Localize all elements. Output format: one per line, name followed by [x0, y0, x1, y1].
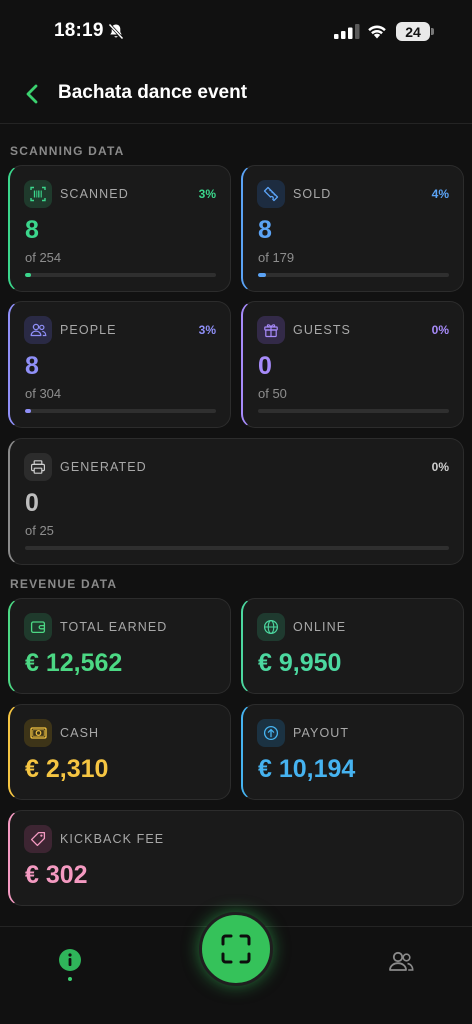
card-total: of 50 [258, 386, 287, 401]
cash-card[interactable]: CASH € 2,310 [8, 704, 231, 800]
card-value: 8 [25, 216, 39, 244]
arrow-up-circle-icon [257, 719, 285, 747]
card-value: 8 [25, 352, 39, 380]
card-value: 0 [258, 352, 272, 380]
payout-card[interactable]: PAYOUT € 10,194 [241, 704, 464, 800]
card-label: PEOPLE [60, 323, 117, 337]
people-icon [24, 316, 52, 344]
progress-bar [25, 409, 216, 413]
wifi-icon [368, 25, 386, 39]
card-label: SOLD [293, 187, 332, 201]
card-total: of 179 [258, 250, 295, 265]
back-button[interactable] [18, 80, 46, 108]
kickback-fee-card[interactable]: KICKBACK FEE € 302 [8, 810, 464, 906]
progress-bar [258, 273, 449, 277]
card-total: of 304 [25, 386, 62, 401]
card-label: SCANNED [60, 187, 129, 201]
sold-card[interactable]: SOLD 4% 8 of 179 [241, 165, 464, 292]
progress-bar [258, 409, 449, 413]
online-card[interactable]: ONLINE € 9,950 [241, 598, 464, 694]
battery-tip [431, 28, 434, 35]
globe-icon [257, 613, 285, 641]
ticket-icon [257, 180, 285, 208]
scanned-card[interactable]: SCANNED 3% 8 of 254 [8, 165, 231, 292]
card-value: € 302 [25, 861, 88, 889]
card-label: TOTAL EARNED [60, 620, 168, 634]
wallet-icon [24, 613, 52, 641]
card-percent: 3% [198, 323, 216, 337]
status-time: 18:19 [54, 20, 104, 41]
total-earned-card[interactable]: TOTAL EARNED € 12,562 [8, 598, 231, 694]
card-percent: 3% [198, 187, 216, 201]
battery-indicator: 24 [396, 22, 430, 41]
cash-icon [24, 719, 52, 747]
card-label: GENERATED [60, 460, 147, 474]
card-label: CASH [60, 726, 100, 740]
card-value: € 9,950 [258, 649, 342, 677]
card-label: PAYOUT [293, 726, 350, 740]
section-label-scanning: SCANNING DATA [10, 144, 125, 158]
status-bar: 18:19 24 [0, 0, 472, 62]
progress-fill [25, 273, 31, 277]
progress-fill [258, 273, 266, 277]
chevron-left-icon [26, 84, 38, 104]
active-tab-indicator [68, 977, 72, 981]
card-label: ONLINE [293, 620, 347, 634]
scan-button[interactable] [199, 912, 273, 986]
nav-bar: Bachata dance event [0, 70, 472, 124]
progress-fill [25, 409, 31, 413]
card-percent: 0% [431, 460, 449, 474]
card-total: of 25 [25, 523, 54, 538]
barcode-icon [24, 180, 52, 208]
card-value: 0 [25, 489, 39, 517]
progress-bar [25, 546, 449, 550]
card-percent: 4% [431, 187, 449, 201]
card-value: € 12,562 [25, 649, 123, 677]
tag-icon [24, 825, 52, 853]
card-label: KICKBACK FEE [60, 832, 165, 846]
printer-icon [24, 453, 52, 481]
card-value: € 10,194 [258, 755, 356, 783]
card-total: of 254 [25, 250, 62, 265]
card-label: GUESTS [293, 323, 351, 337]
signal-icon [334, 24, 360, 39]
card-value: 8 [258, 216, 272, 244]
card-percent: 0% [431, 323, 449, 337]
progress-bar [25, 273, 216, 277]
info-icon[interactable] [58, 948, 82, 972]
section-label-revenue: REVENUE DATA [10, 577, 118, 591]
guests-card[interactable]: GUESTS 0% 0 of 50 [241, 301, 464, 428]
card-value: € 2,310 [25, 755, 109, 783]
gift-icon [257, 316, 285, 344]
generated-card[interactable]: GENERATED 0% 0 of 25 [8, 438, 464, 565]
people-card[interactable]: PEOPLE 3% 8 of 304 [8, 301, 231, 428]
scan-icon [221, 934, 251, 964]
people-icon[interactable] [387, 949, 415, 973]
page-title: Bachata dance event [58, 82, 248, 103]
bell-off-icon [108, 23, 124, 40]
